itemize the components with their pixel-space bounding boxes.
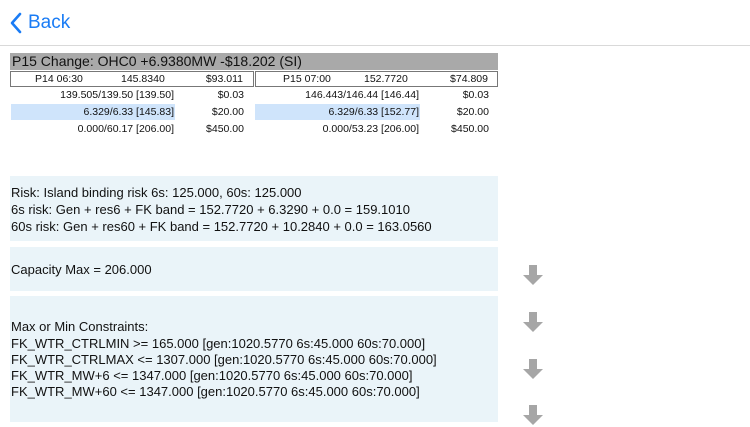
left-band-value: 0.000/60.17 [206.00] [77, 123, 174, 135]
arrow-down-icon[interactable] [521, 263, 545, 287]
right-band-value: 6.329/6.33 [152.77] [328, 106, 420, 118]
table-row: 139.505/139.50 [139.50] $0.03 146.443/14… [10, 87, 498, 103]
constraint-line: FK_WTR_CTRLMIN >= 165.000 [gen:1020.5770… [11, 336, 426, 351]
risk-summary: Risk: Island binding risk 6s: 125.000, 6… [11, 185, 302, 200]
risk-60s: 60s risk: Gen + res60 + FK band = 152.77… [11, 219, 432, 234]
right-price: $74.809 [450, 73, 488, 85]
left-band-price: $450.00 [206, 123, 244, 135]
constraint-line: FK_WTR_CTRLMAX <= 1307.000 [gen:1020.577… [11, 352, 437, 367]
navigation-bar: Back [0, 0, 750, 46]
left-period-header: P14 06:30 145.8340 $93.011 [10, 71, 254, 87]
left-mw: 145.8340 [121, 73, 165, 85]
constraints-card: Max or Min Constraints: FK_WTR_CTRLMIN >… [10, 296, 498, 422]
capacity-card: Capacity Max = 206.000 [10, 247, 498, 291]
right-band-value: 0.000/53.23 [206.00] [322, 123, 419, 135]
table-row: 6.329/6.33 [145.83] $20.00 6.329/6.33 [1… [10, 104, 498, 120]
capacity-max: Capacity Max = 206.000 [11, 262, 152, 277]
chevron-left-icon [10, 12, 22, 34]
left-band-value: 6.329/6.33 [145.83] [83, 106, 175, 118]
left-band-value: 139.505/139.50 [139.50] [60, 89, 174, 101]
right-period: P15 07:00 [283, 73, 331, 85]
arrow-down-icon[interactable] [521, 357, 545, 381]
risk-6s: 6s risk: Gen + res6 + FK band = 152.7720… [11, 202, 410, 217]
table-row: 0.000/60.17 [206.00] $450.00 0.000/53.23… [10, 121, 498, 137]
left-band-price: $0.03 [217, 89, 244, 101]
risk-card: Risk: Island binding risk 6s: 125.000, 6… [10, 176, 498, 241]
constraints-title: Max or Min Constraints: [11, 319, 149, 334]
right-band-value: 146.443/146.44 [146.44] [305, 89, 419, 101]
back-label: Back [28, 12, 71, 33]
constraint-line: FK_WTR_MW+6 <= 1347.000 [gen:1020.5770 6… [11, 368, 413, 383]
right-band-price: $20.00 [456, 106, 489, 118]
right-band-price: $0.03 [462, 89, 489, 101]
back-button[interactable]: Back [10, 9, 70, 37]
right-band-price: $450.00 [451, 123, 489, 135]
right-mw: 152.7720 [364, 73, 408, 85]
left-band-price: $20.00 [211, 106, 244, 118]
change-header: P15 Change: OHC0 +6.9380MW -$18.202 (SI) [10, 53, 498, 70]
left-period: P14 06:30 [35, 73, 83, 85]
constraint-line: FK_WTR_MW+60 <= 1347.000 [gen:1020.5770 … [11, 384, 420, 399]
left-price: $93.011 [205, 73, 243, 85]
arrow-down-icon[interactable] [521, 310, 545, 334]
right-period-header: P15 07:00 152.7720 $74.809 [255, 71, 498, 87]
arrow-down-icon[interactable] [521, 403, 545, 427]
